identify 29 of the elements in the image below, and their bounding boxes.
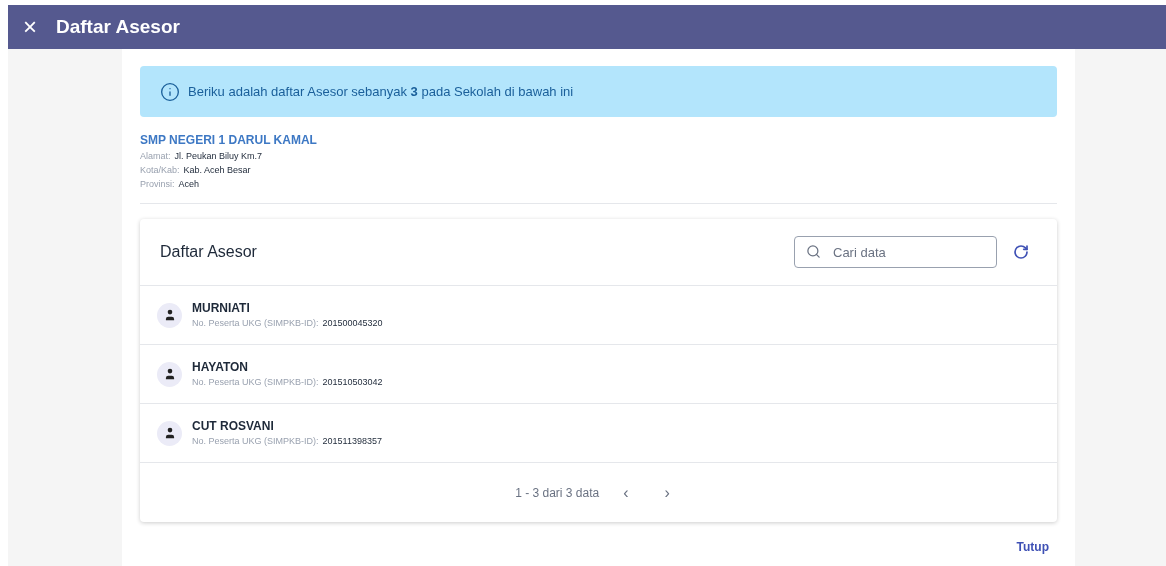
detail-label: Kota/Kab: [140, 164, 180, 177]
avatar-icon [157, 420, 182, 446]
refresh-button[interactable] [1013, 244, 1029, 260]
id-label: No. Peserta UKG (SIMPKB-ID): [192, 376, 319, 390]
search-icon [806, 244, 821, 259]
card-title: Daftar Asesor [160, 242, 257, 262]
id-value: 201500045320 [322, 317, 383, 331]
close-button[interactable]: × [20, 15, 40, 39]
info-icon [160, 81, 180, 102]
avatar-icon [157, 361, 182, 387]
id-label: No. Peserta UKG (SIMPKB-ID): [192, 317, 319, 331]
id-value: 201510503042 [322, 376, 383, 390]
avatar-icon [157, 302, 182, 328]
detail-label: Provinsi: [140, 178, 175, 191]
id-label: No. Peserta UKG (SIMPKB-ID): [192, 435, 319, 449]
window-title: Daftar Asesor [56, 14, 180, 39]
assessor-name: HAYATON [192, 359, 250, 377]
detail-label: Alamat: [140, 150, 171, 163]
id-value: 201511398357 [322, 435, 382, 449]
info-text: Beriku adalah daftar Asesor sebanyak 3 pada Sekolah di bawah ini [188, 82, 574, 101]
assessor-name: CUT ROSVANI [192, 418, 275, 436]
close-text-button[interactable]: Tutup [1016, 538, 1049, 556]
detail-value: Aceh [178, 178, 200, 191]
detail-value: Jl. Peukan Biluy Km.7 [174, 150, 263, 163]
assessor-name: MURNIATI [192, 300, 251, 318]
detail-value: Kab. Aceh Besar [183, 164, 251, 177]
pagination-text: 1 - 3 dari 3 data [515, 484, 600, 502]
school-name: SMP NEGERI 1 DARUL KAMAL [140, 132, 318, 149]
search-field[interactable]: Cari data [794, 236, 997, 268]
